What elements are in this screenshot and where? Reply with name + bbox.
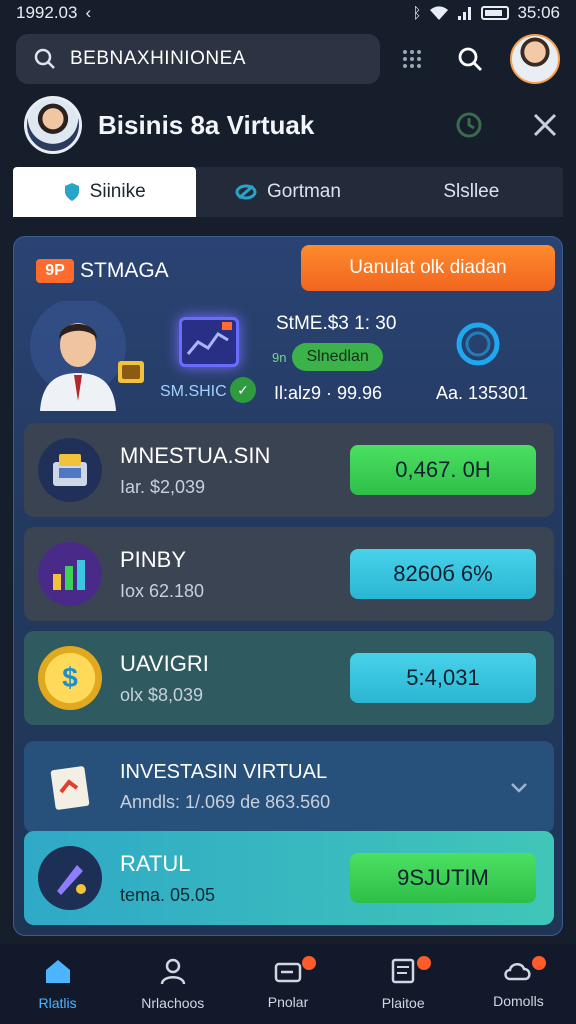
tab-gortman[interactable]: Gortman (196, 167, 379, 217)
rocket-icon (38, 846, 102, 910)
tab-label: Gortman (267, 181, 341, 202)
notification-badge (301, 956, 316, 970)
person-icon (160, 958, 186, 985)
tab-bar: Siinike Gortman Slsllee (13, 167, 563, 217)
bottom-navigation: Rlatlis Nrlachoos Pnolar Plaitoe Domolls (0, 944, 576, 1024)
user-avatar[interactable] (24, 96, 82, 154)
stat-secondary: Il:alz9 · 99.96 (274, 383, 383, 403)
dollar-coin-icon: $ (38, 646, 102, 710)
card-sub: Anndls: 1/.069 de 863.560 (120, 792, 331, 812)
nav-label: Rlatlis (38, 995, 77, 1011)
chevron-down-icon[interactable] (508, 776, 530, 798)
card-name: UAVIGRI (120, 650, 209, 676)
investment-summary-row[interactable]: INVESTASIN VIRTUAL Anndls: 1/.069 de 863… (24, 741, 554, 833)
tab-label: Slsllee (443, 181, 500, 202)
status-bar: 1992.03 ‹ ᛒ 35:06 (0, 0, 576, 26)
wallet-icon (274, 962, 302, 983)
notification-badge (532, 956, 547, 970)
card-sub: Iox 62.180 (120, 580, 205, 601)
card-name: MNESTUA.SIN (120, 442, 271, 468)
top-bar (16, 34, 560, 84)
close-icon[interactable] (530, 110, 560, 140)
search-icon (34, 48, 55, 69)
back-arrow-icon: ‹ (85, 3, 92, 22)
pill-prefix: 9n (272, 349, 287, 365)
tab-slsllee[interactable]: Slsllee (380, 167, 563, 217)
home-icon (45, 960, 70, 983)
document-chart-icon (38, 755, 102, 819)
status-time: 1992.03 (16, 3, 78, 22)
search-button[interactable] (450, 39, 490, 79)
stat-tertiary: Aa. 135301 (436, 383, 529, 403)
page-header: Bisinis 8a Virtuak (24, 96, 560, 154)
card-name: RATUL (120, 850, 191, 876)
signal-icon (458, 7, 472, 20)
stat-primary: StME.$3 1: 30 (276, 313, 397, 334)
link-icon (235, 184, 257, 200)
nav-item-reports[interactable]: Plaitoe (346, 944, 461, 1024)
cloud-icon (504, 963, 532, 981)
bluetooth-icon: ᛒ (412, 4, 422, 22)
refresh-icon[interactable] (454, 110, 484, 140)
panel-title: STMAGA (80, 259, 169, 282)
card-sub: Iar. $2,039 (120, 476, 206, 497)
magnifier-icon (458, 47, 482, 71)
profile-avatar[interactable] (510, 34, 560, 84)
battery-icon (481, 6, 510, 20)
status-clock: 35:06 (517, 3, 560, 22)
report-icon (391, 958, 415, 984)
nav-label: Domolls (493, 993, 544, 1009)
status-row: 9n Slnedlan (272, 343, 383, 371)
card-name: PINBY (120, 546, 187, 572)
nav-item-cloud[interactable]: Domolls (461, 944, 576, 1024)
nav-label: Nrlachoos (141, 995, 205, 1011)
card-value-button[interactable]: 0,467. 0H (350, 445, 536, 495)
tab-siinike[interactable]: Siinike (13, 167, 197, 217)
grid-icon (403, 50, 421, 68)
businessman-illustration (30, 301, 126, 411)
card-value-button[interactable]: 9SJUTIM (350, 853, 536, 903)
shield-icon (64, 183, 79, 201)
panel-sub-label: SM.SHIC (160, 383, 227, 400)
nav-label: Pnolar (267, 994, 309, 1010)
asset-card[interactable]: $ UAVIGRI olx $8,039 5:4,031 (24, 631, 554, 725)
bar-chart-icon (38, 542, 102, 606)
card-value-button[interactable]: 5:4,031 (350, 653, 536, 703)
business-panel: 9P STMAGA Uanulat olk diadan SM.SHIC ✓ S… (13, 236, 563, 936)
tab-label: Siinike (89, 181, 146, 202)
search-bar[interactable] (16, 34, 380, 84)
nav-item-users[interactable]: Nrlachoos (115, 944, 230, 1024)
status-pill[interactable]: Slnedlan (292, 343, 383, 371)
page-title: Bisinis 8a Virtuak (98, 109, 315, 140)
card-value-button[interactable]: 8260б 6% (350, 549, 536, 599)
chart-tile-icon (179, 317, 239, 367)
asset-card[interactable]: RATUL tema. 05.05 9SJUTIM (24, 831, 554, 925)
nav-item-home[interactable]: Rlatlis (0, 944, 115, 1024)
cash-register-icon (38, 438, 102, 502)
cta-button[interactable]: Uanulat olk diadan (301, 245, 555, 291)
asset-card[interactable]: PINBY Iox 62.180 8260б 6% (24, 527, 554, 621)
card-sub: tema. 05.05 (120, 884, 216, 905)
grid-button[interactable] (392, 39, 432, 79)
notification-badge (416, 956, 431, 970)
search-input[interactable] (70, 48, 350, 70)
brand-badge: 9P (36, 259, 74, 283)
coins-icon (118, 361, 144, 383)
nav-label: Plaitoe (381, 995, 425, 1011)
card-sub: olx $8,039 (120, 684, 204, 705)
nav-item-wallet[interactable]: Pnolar (230, 944, 345, 1024)
wifi-icon (430, 6, 449, 20)
ring-icon[interactable] (455, 321, 501, 367)
card-name: INVESTASIN VIRTUAL (120, 761, 328, 783)
check-icon: ✓ (230, 377, 256, 403)
asset-card[interactable]: MNESTUA.SIN Iar. $2,039 0,467. 0H (24, 423, 554, 517)
